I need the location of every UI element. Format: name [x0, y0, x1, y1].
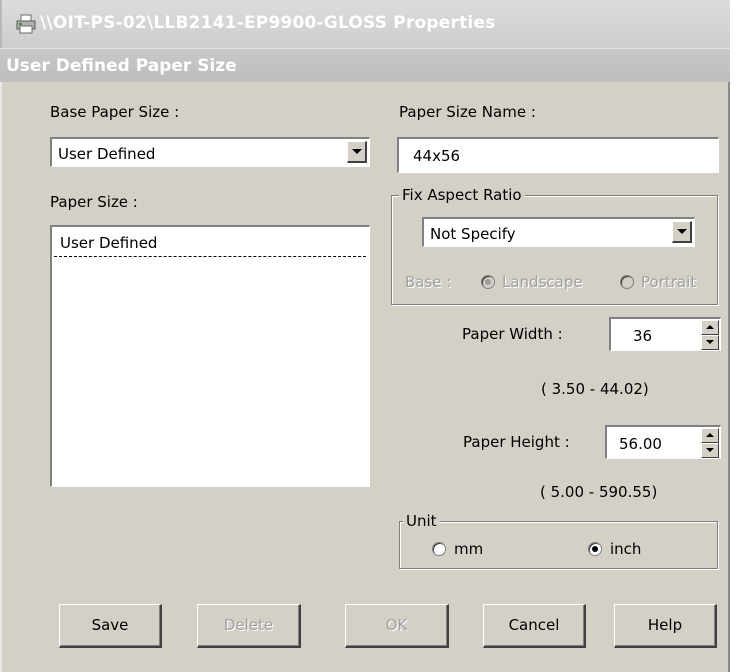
paper-height-range: ( 5.00 - 590.55): [540, 483, 658, 501]
radio-selected-dot: [592, 546, 598, 552]
portrait-label: Portrait: [641, 273, 697, 291]
paper-width-range: ( 3.50 - 44.02): [541, 380, 649, 398]
base-label: Base :: [405, 273, 452, 291]
cancel-button[interactable]: Cancel: [483, 604, 586, 648]
inch-label: inch: [610, 540, 642, 558]
spin-up-icon[interactable]: [701, 428, 719, 443]
paper-width-spin-buttons: [701, 320, 719, 350]
paper-size-name-value: 44x56: [413, 147, 461, 165]
unit-legend: Unit: [403, 512, 440, 530]
save-button[interactable]: Save: [59, 604, 162, 648]
ok-button[interactable]: OK: [345, 604, 449, 648]
radio-selected-dot: [485, 279, 491, 285]
printer-icon: [16, 14, 36, 34]
portrait-radio[interactable]: [620, 275, 634, 289]
mm-label: mm: [454, 540, 484, 558]
window-titlebar[interactable]: \\OIT-PS-02\LLB2141-EP9900-GLOSS Propert…: [0, 0, 730, 48]
paper-height-label: Paper Height :: [463, 433, 570, 451]
spin-down-icon[interactable]: [701, 443, 719, 458]
paper-size-listbox[interactable]: User Defined: [50, 225, 370, 487]
list-item[interactable]: User Defined: [54, 229, 366, 257]
screen-background: [730, 0, 748, 672]
help-button[interactable]: Help: [614, 604, 717, 648]
dialog-titlebar[interactable]: User Defined Paper Size: [0, 48, 730, 82]
chevron-down-icon[interactable]: [672, 221, 692, 243]
landscape-label: Landscape: [502, 273, 583, 291]
unit-group: [399, 521, 718, 569]
base-paper-size-value: User Defined: [58, 145, 156, 163]
base-paper-size-dropdown[interactable]: User Defined: [50, 137, 370, 167]
fix-aspect-ratio-legend: Fix Aspect Ratio: [399, 186, 525, 204]
paper-height-spinbox[interactable]: 56.00: [605, 425, 721, 459]
base-paper-size-label: Base Paper Size :: [50, 103, 180, 121]
mm-radio[interactable]: [432, 542, 446, 556]
list-item-label: User Defined: [60, 234, 158, 252]
paper-width-spinbox[interactable]: 36: [609, 317, 721, 351]
delete-button[interactable]: Delete: [197, 604, 301, 648]
paper-width-label: Paper Width :: [462, 325, 563, 343]
fix-aspect-ratio-value: Not Specify: [430, 225, 516, 243]
dialog-title: User Defined Paper Size: [6, 56, 237, 76]
window-title: \\OIT-PS-02\LLB2141-EP9900-GLOSS Propert…: [40, 13, 496, 33]
chevron-down-icon[interactable]: [347, 141, 367, 163]
landscape-radio[interactable]: [481, 275, 495, 289]
spin-down-icon[interactable]: [701, 335, 719, 350]
paper-height-spin-buttons: [701, 428, 719, 458]
paper-size-name-label: Paper Size Name :: [399, 103, 536, 121]
fix-aspect-ratio-dropdown[interactable]: Not Specify: [422, 217, 695, 247]
paper-height-value: 56.00: [619, 435, 662, 453]
inch-radio[interactable]: [588, 542, 602, 556]
paper-width-value: 36: [633, 327, 653, 345]
paper-size-name-input[interactable]: 44x56: [397, 137, 719, 173]
spin-up-icon[interactable]: [701, 320, 719, 335]
paper-size-label: Paper Size :: [50, 193, 138, 211]
